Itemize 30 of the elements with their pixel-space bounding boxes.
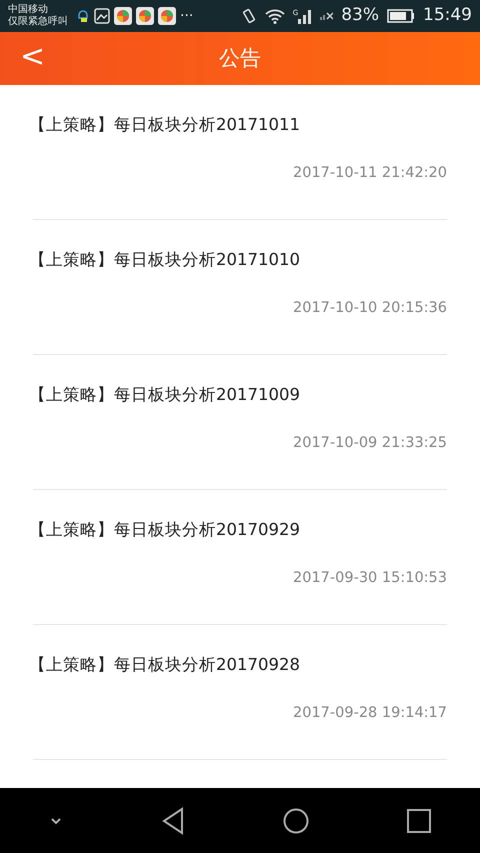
carrier-note: 仅限紧急呼叫 (8, 16, 68, 28)
notice-date: 2017-09-30 15:10:53 (292, 569, 447, 588)
app-icon (158, 7, 176, 25)
vibrate-icon (240, 8, 257, 24)
no-signal-icon (320, 12, 334, 20)
more-notifications: ··· (180, 6, 194, 26)
notice-date: 2017-10-10 20:15:36 (292, 299, 447, 318)
carrier-name: 中国移动 (8, 4, 49, 16)
battery-icon (387, 9, 415, 23)
notification-icon (76, 8, 90, 24)
notice-date: 2017-10-09 21:33:25 (292, 434, 447, 453)
clock: 15:49 (423, 4, 472, 28)
collapse-icon[interactable] (49, 816, 63, 824)
notice-date: 2017-09-28 19:14:17 (292, 704, 447, 723)
app-icon (136, 7, 154, 25)
wifi-icon (264, 8, 285, 24)
back-icon[interactable] (161, 806, 185, 834)
signal-icon (298, 8, 312, 24)
home-icon[interactable] (283, 808, 309, 834)
notice-title[interactable]: 【上策略】每日板块分析20170928 (29, 653, 447, 677)
notice-title[interactable]: 【上策略】每日板块分析20170929 (29, 518, 447, 542)
image-icon (94, 8, 110, 24)
notice-title[interactable]: 【上策略】每日板块分析20171011 (29, 113, 447, 137)
app-icon (114, 7, 132, 25)
page-title: 公告 (219, 44, 261, 72)
notice-title[interactable]: 【上策略】每日板块分析20171009 (29, 383, 447, 407)
battery-percent: 83% (341, 4, 379, 28)
recents-icon[interactable] (407, 808, 431, 832)
notice-date: 2017-10-11 21:42:20 (292, 164, 447, 183)
notice-title[interactable]: 【上策略】每日板块分析20171010 (29, 248, 447, 272)
